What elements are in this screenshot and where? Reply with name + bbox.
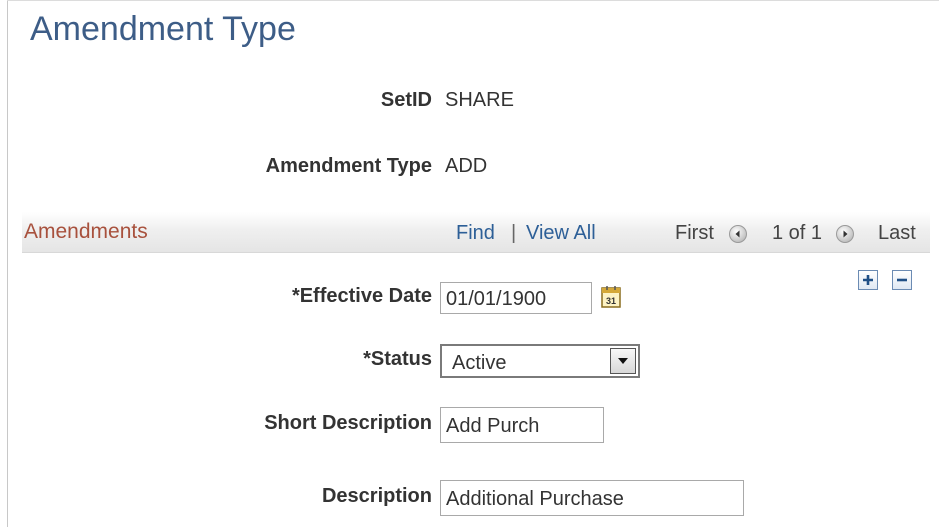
short-description-label: Short Description	[264, 412, 432, 434]
amendment-type-label: Amendment Type	[265, 155, 432, 177]
status-selected-value: Active	[452, 352, 507, 374]
find-link[interactable]: Find	[456, 222, 495, 245]
view-all-link[interactable]: View All	[526, 222, 596, 245]
link-separator: |	[511, 222, 517, 244]
setid-value: SHARE	[445, 89, 514, 111]
add-row-button[interactable]	[858, 270, 878, 290]
amendment-type-value: ADD	[445, 155, 488, 177]
status-dropdown-button[interactable]	[610, 348, 636, 374]
status-label: *Status	[363, 348, 432, 370]
calendar-icon-text: 31	[606, 296, 616, 306]
amendments-grid-title: Amendments	[24, 220, 148, 243]
setid-label: SetID	[380, 89, 432, 111]
first-label: First	[675, 222, 714, 244]
short-description-input[interactable]	[440, 407, 604, 443]
minus-icon	[897, 278, 907, 282]
row-range-indicator: 1 of 1	[772, 222, 823, 244]
status-select[interactable]: Active	[440, 344, 640, 378]
delete-row-button[interactable]	[892, 270, 912, 290]
last-label: Last	[878, 222, 916, 244]
amendments-grid-header: Amendments Find | View All First 1 of 1 …	[22, 212, 930, 253]
description-label: Description	[321, 485, 432, 507]
page-frame-left-border	[7, 0, 8, 527]
description-input[interactable]	[440, 480, 744, 516]
chevron-right-icon	[843, 230, 848, 238]
chevron-left-icon	[735, 230, 740, 238]
effective-date-input[interactable]	[440, 282, 592, 314]
calendar-button[interactable]: 31	[600, 285, 622, 309]
chevron-down-icon	[618, 358, 628, 364]
previous-row-button[interactable]	[729, 225, 747, 243]
page-title: Amendment Type	[30, 10, 296, 48]
calendar-icon: 31	[601, 286, 621, 308]
plus-icon	[863, 275, 873, 285]
effective-date-label: *Effective Date	[291, 285, 432, 307]
page-frame-top-border	[7, 0, 939, 1]
next-row-button[interactable]	[836, 225, 854, 243]
